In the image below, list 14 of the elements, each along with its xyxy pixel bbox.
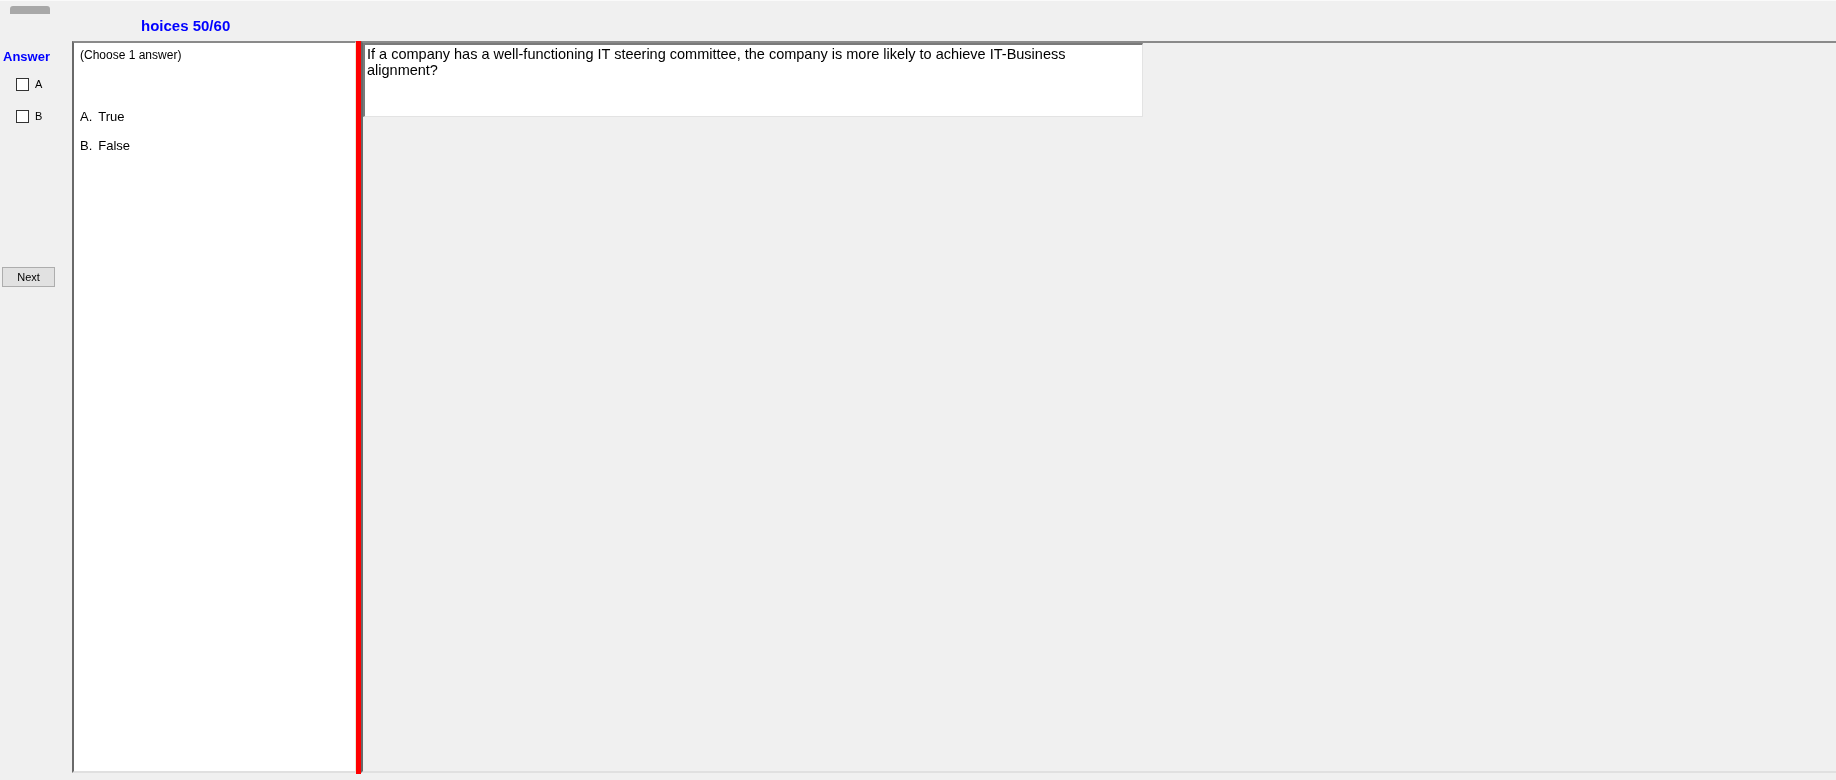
answer-title: Answer <box>3 49 50 65</box>
answer-checkbox[interactable] <box>16 78 29 91</box>
checkbox-label: B <box>35 110 43 123</box>
tab-edge <box>10 6 50 14</box>
choice-letter: A. <box>80 109 93 125</box>
choice-text: False <box>98 138 131 154</box>
question-text: If a company has a well-functioning IT steering committee, the company is more likely to achieve IT-Business alignment? <box>367 46 1067 78</box>
choice-letter: B. <box>80 138 93 154</box>
next-button[interactable]: Next <box>2 267 55 287</box>
answer-checkbox[interactable] <box>16 110 29 123</box>
instruction-text: (Choose 1 answer) <box>80 48 182 62</box>
checkbox-label: A <box>35 78 43 91</box>
header-title: hoices 50/60 <box>141 17 231 35</box>
choice-text: True <box>98 109 125 125</box>
